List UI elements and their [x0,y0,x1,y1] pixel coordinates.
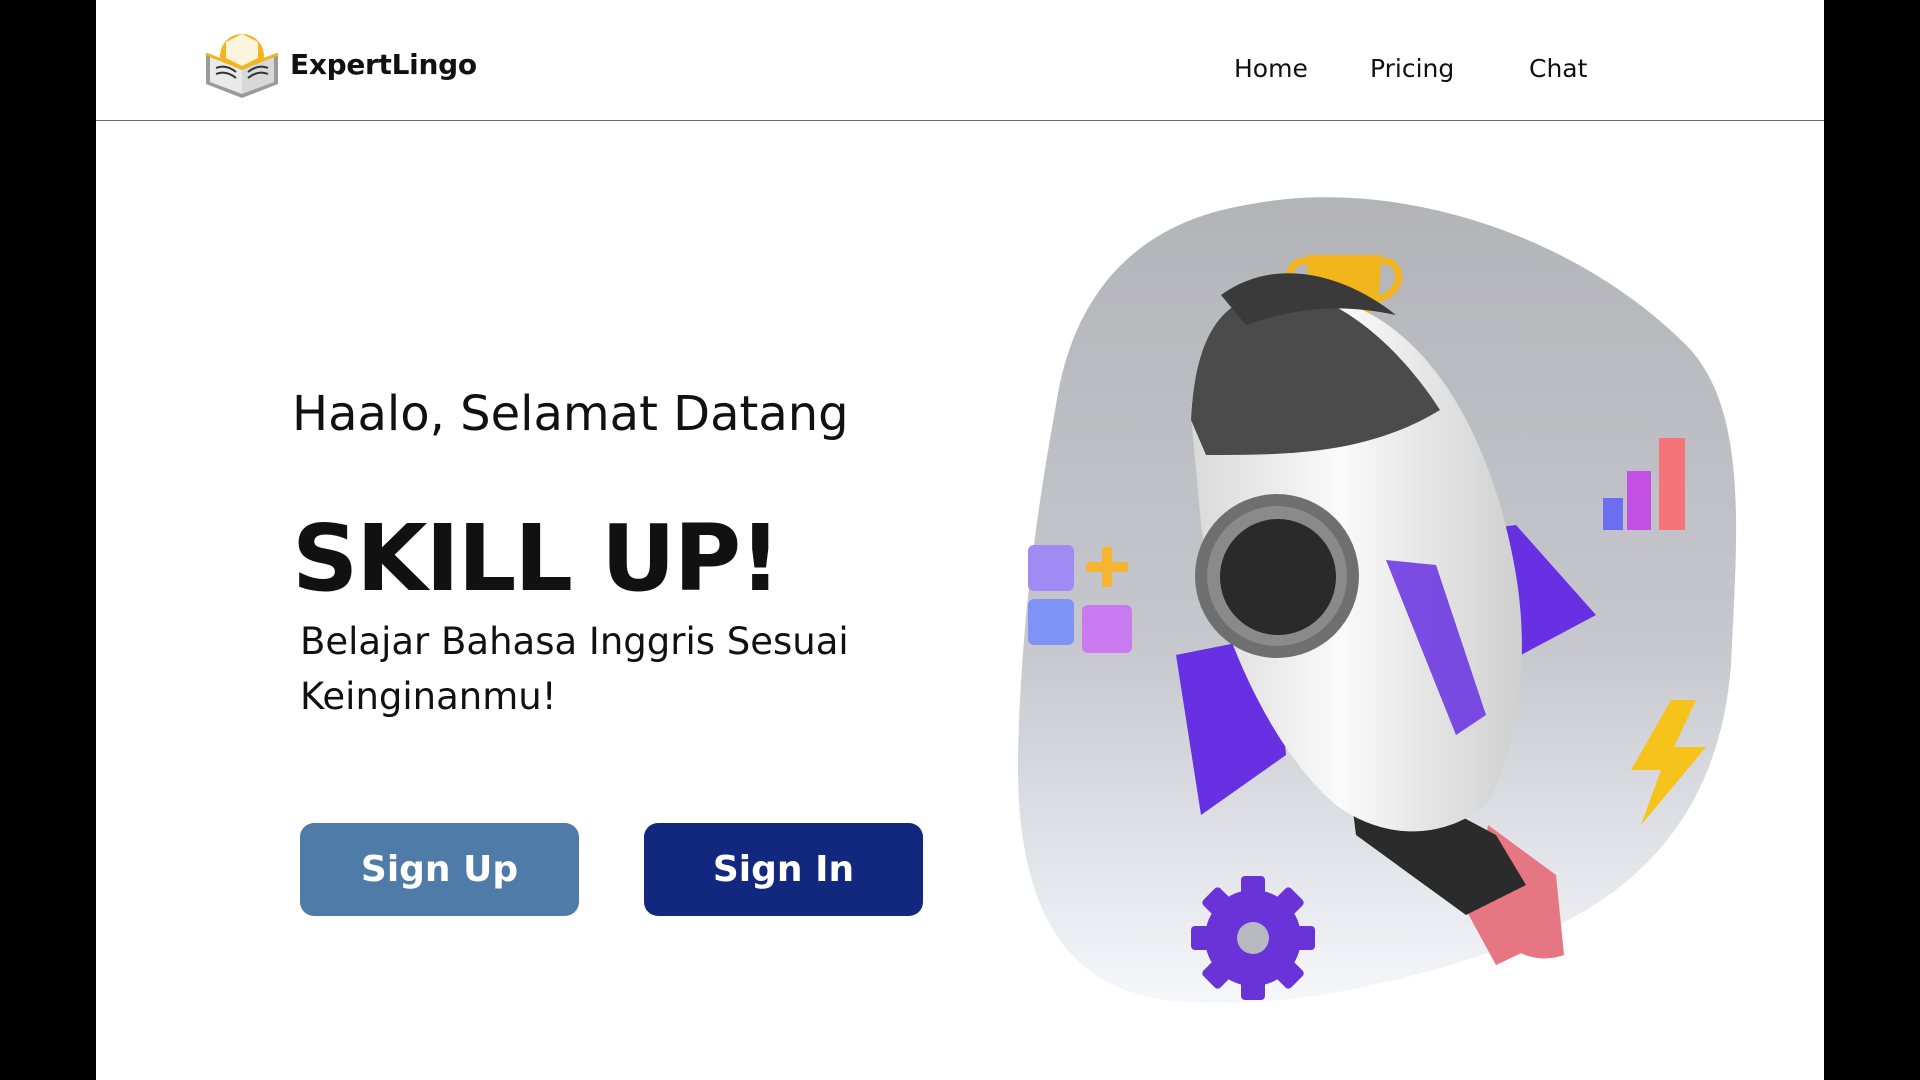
sign-up-button[interactable]: Sign Up [300,823,579,916]
tagline-line-1: Belajar Bahasa Inggris Sesuai [300,620,849,663]
navbar: ExpertLingo Home Pricing Chat [96,0,1824,121]
tagline: Belajar Bahasa Inggris Sesuai Keinginanm… [300,614,880,724]
greeting-text: Haalo, Selamat Datang [292,386,849,442]
headline: SKILL UP! [292,505,781,612]
hero-illustration [1017,197,1737,1004]
landing-page: ExpertLingo Home Pricing Chat Haalo, Sel… [96,0,1824,1080]
gear-icon [1191,876,1315,1000]
nav-chat[interactable]: Chat [1529,54,1587,83]
tagline-line-2: Keinginanmu! [300,675,557,718]
nav-home[interactable]: Home [1234,54,1308,83]
sign-in-button[interactable]: Sign In [644,823,923,916]
nav-pricing[interactable]: Pricing [1370,54,1454,83]
brand-name: ExpertLingo [290,47,477,81]
open-book-sun-logo-icon [205,34,279,98]
brand[interactable]: ExpertLingo [196,28,477,100]
